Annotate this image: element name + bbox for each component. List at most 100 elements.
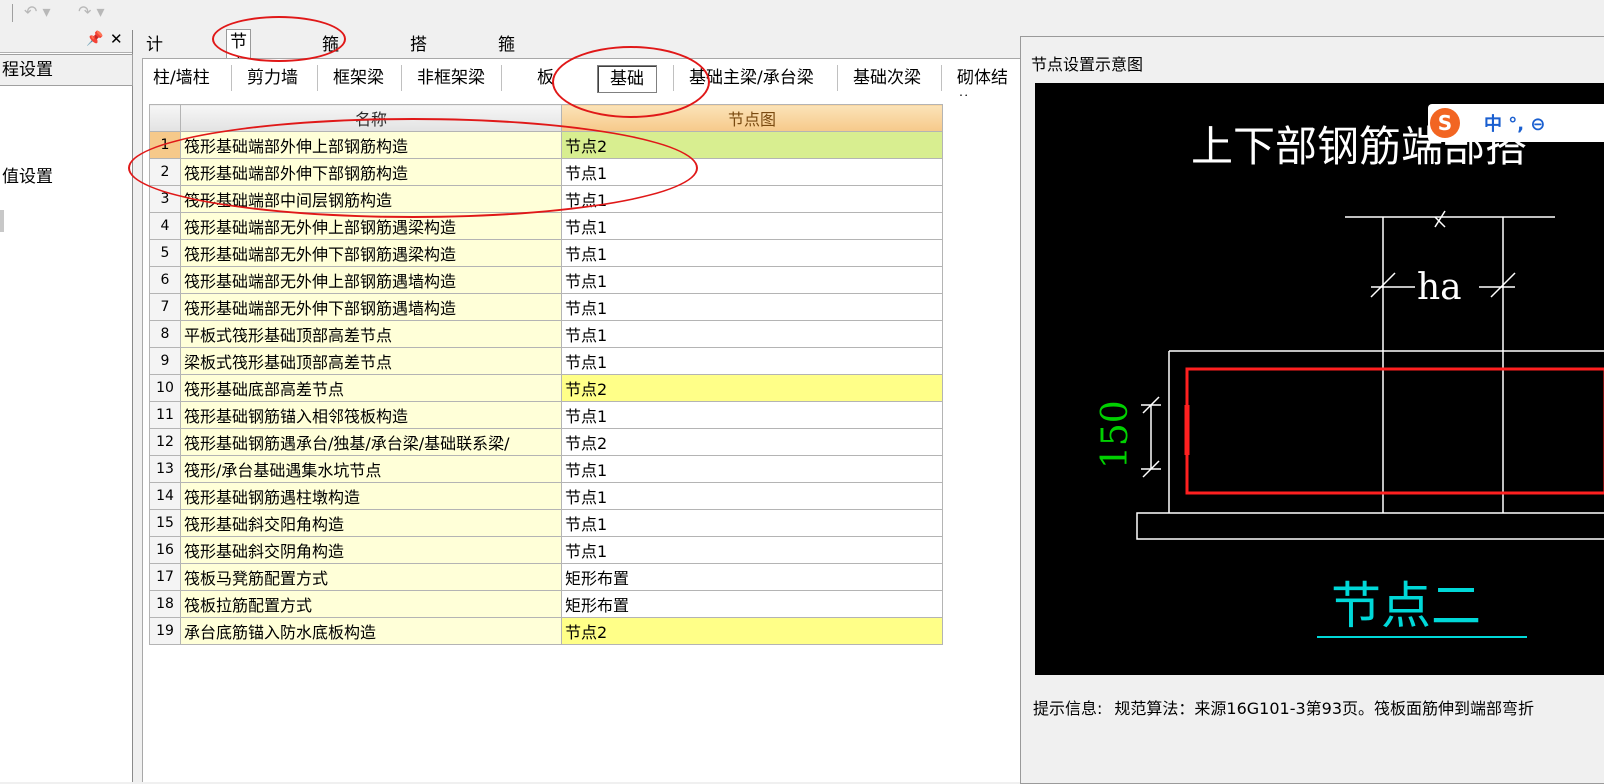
column-header-node[interactable]: 节点图 [561,104,943,132]
node-value-cell[interactable]: 节点2 [561,428,943,456]
table-row[interactable]: 13 筏形/承台基础遇集水坑节点 节点1 [149,455,943,483]
subtab-shear-wall[interactable]: 剪力墙 [247,65,298,91]
table-row[interactable]: 11 筏形基础钢筋锚入相邻筏板构造 节点1 [149,401,943,429]
row-number[interactable]: 3 [149,185,181,213]
close-icon[interactable]: ✕ [110,30,123,48]
table-row[interactable]: 19 承台底筋锚入防水底板构造 节点2 [149,617,943,645]
node-name-cell[interactable]: 承台底筋锚入防水底板构造 [180,617,562,645]
node-value-cell[interactable]: 节点1 [561,293,943,321]
row-number[interactable]: 5 [149,239,181,267]
row-number[interactable]: 12 [149,428,181,456]
node-name-cell[interactable]: 筏形/承台基础遇集水坑节点 [180,455,562,483]
node-value-cell[interactable]: 节点1 [561,347,943,375]
table-row[interactable]: 15 筏形基础斜交阳角构造 节点1 [149,509,943,537]
row-number[interactable]: 10 [149,374,181,402]
node-value-cell[interactable]: 节点1 [561,401,943,429]
subtab-column[interactable]: 柱/墙柱 [153,65,210,91]
table-row[interactable]: 9 梁板式筏形基础顶部高差节点 节点1 [149,347,943,375]
row-number[interactable]: 1 [149,131,181,159]
table-row[interactable]: 12 筏形基础钢筋遇承台/独基/承台梁/基础联系梁/节点2 [149,428,943,456]
node-name-cell[interactable]: 筏形基础钢筋遇承台/独基/承台梁/基础联系梁/ [180,428,562,456]
tab-node-settings[interactable]: 节点设置 [226,29,251,124]
redo-icon[interactable]: ↷ ▾ [78,2,105,21]
row-number[interactable]: 18 [149,590,181,618]
node-value-cell[interactable]: 节点2 [561,374,943,402]
node-name-cell[interactable]: 筏形基础斜交阴角构造 [180,536,562,564]
node-name-cell[interactable]: 筏形基础端部无外伸上部钢筋遇墙构造 [180,266,562,294]
node-name-cell[interactable]: 筏板拉筋配置方式 [180,590,562,618]
node-value-cell[interactable]: 节点1 [561,185,943,213]
node-name-cell[interactable]: 梁板式筏形基础顶部高差节点 [180,347,562,375]
row-number[interactable]: 2 [149,158,181,186]
subtab-foundation[interactable]: 基础 [597,65,657,93]
node-value-cell[interactable]: 节点2 [561,617,943,645]
row-number[interactable]: 14 [149,482,181,510]
node-name-cell[interactable]: 筏形基础端部外伸上部钢筋构造 [180,131,562,159]
node-name-cell[interactable]: 筏形基础底部高差节点 [180,374,562,402]
row-number[interactable]: 13 [149,455,181,483]
row-number[interactable]: 6 [149,266,181,294]
row-number[interactable]: 4 [149,212,181,240]
table-row[interactable]: 5 筏形基础端部无外伸下部钢筋遇梁构造 节点1 [149,239,943,267]
table-row[interactable]: 6 筏形基础端部无外伸上部钢筋遇墙构造 节点1 [149,266,943,294]
tab-stirrup-settings[interactable]: 箍筋设置 [318,32,343,127]
table-row[interactable]: 7 筏形基础端部无外伸下部钢筋遇墙构造 节点1 [149,293,943,321]
node-name-cell[interactable]: 筏形基础钢筋锚入相邻筏板构造 [180,401,562,429]
node-value-cell[interactable]: 节点1 [561,455,943,483]
ime-status[interactable]: 中 °, ⊖ [1484,110,1545,136]
node-value-cell[interactable]: 节点1 [561,239,943,267]
node-name-cell[interactable]: 筏形基础端部无外伸下部钢筋遇墙构造 [180,293,562,321]
ime-toolbar[interactable]: S 中 °, ⊖ [1428,104,1604,142]
node-name-cell[interactable]: 筏形基础端部无外伸上部钢筋遇梁构造 [180,212,562,240]
table-row[interactable]: 18 筏板拉筋配置方式 矩形布置 [149,590,943,618]
row-number[interactable]: 17 [149,563,181,591]
node-value-cell[interactable]: 节点1 [561,536,943,564]
subtab-foundation-secondary-beam[interactable]: 基础次梁 [853,65,921,91]
node-name-cell[interactable]: 筏形基础钢筋遇柱墩构造 [180,482,562,510]
table-row[interactable]: 1 筏形基础端部外伸上部钢筋构造 节点2 [149,131,943,159]
node-value-cell[interactable]: 节点1 [561,482,943,510]
table-row[interactable]: 17 筏板马凳筋配置方式 矩形布置 [149,563,943,591]
pin-icon[interactable]: 📌 [86,31,103,47]
subtab-non-frame-beam[interactable]: 非框架梁 [417,65,485,91]
table-row[interactable]: 4 筏形基础端部无外伸上部钢筋遇梁构造 节点1 [149,212,943,240]
subtab-masonry[interactable]: 砌体结构 [957,65,1023,114]
row-number[interactable]: 7 [149,293,181,321]
row-number[interactable]: 11 [149,401,181,429]
scroll-marker[interactable] [0,210,4,232]
table-row[interactable]: 10 筏形基础底部高差节点 节点2 [149,374,943,402]
table-row[interactable]: 8 平板式筏形基础顶部高差节点 节点1 [149,320,943,348]
subtab-frame-beam[interactable]: 框架梁 [333,65,384,91]
table-row[interactable]: 16 筏形基础斜交阴角构造 节点1 [149,536,943,564]
subtab-slab[interactable]: 板 [537,65,554,91]
undo-icon[interactable]: ↶ ▾ [24,2,51,21]
node-name-cell[interactable]: 筏形基础斜交阳角构造 [180,509,562,537]
node-value-cell[interactable]: 节点1 [561,212,943,240]
row-number[interactable]: 16 [149,536,181,564]
node-name-cell[interactable]: 筏板马凳筋配置方式 [180,563,562,591]
row-number[interactable]: 8 [149,320,181,348]
node-name-cell[interactable]: 平板式筏形基础顶部高差节点 [180,320,562,348]
node-value-cell[interactable]: 节点1 [561,509,943,537]
node-value-cell[interactable]: 节点1 [561,158,943,186]
node-value-cell[interactable]: 矩形布置 [561,590,943,618]
node-name-cell[interactable]: 筏形基础端部外伸下部钢筋构造 [180,158,562,186]
left-panel-item[interactable]: 值设置 [2,162,53,187]
table-row[interactable]: 14 筏形基础钢筋遇柱墩构造 节点1 [149,482,943,510]
left-panel-title[interactable]: 程设置 [0,54,133,86]
column-header-name[interactable]: 名称 [180,104,562,132]
node-value-cell[interactable]: 节点1 [561,320,943,348]
node-value-cell[interactable]: 节点1 [561,266,943,294]
row-number[interactable]: 15 [149,509,181,537]
table-row[interactable]: 3 筏形基础端部中间层钢筋构造 节点1 [149,185,943,213]
node-name-cell[interactable]: 筏形基础端部中间层钢筋构造 [180,185,562,213]
row-number[interactable]: 19 [149,617,181,645]
tab-calc-settings[interactable]: 计算设置 [142,32,167,127]
tab-stirrup-formula[interactable]: 箍筋公式 [494,32,519,127]
node-value-cell[interactable]: 矩形布置 [561,563,943,591]
node-value-cell[interactable]: 节点2 [561,131,943,159]
table-row[interactable]: 2 筏形基础端部外伸下部钢筋构造 节点1 [149,158,943,186]
subtab-foundation-main-beam[interactable]: 基础主梁/承台梁 [689,65,814,91]
node-name-cell[interactable]: 筏形基础端部无外伸下部钢筋遇梁构造 [180,239,562,267]
row-number[interactable]: 9 [149,347,181,375]
